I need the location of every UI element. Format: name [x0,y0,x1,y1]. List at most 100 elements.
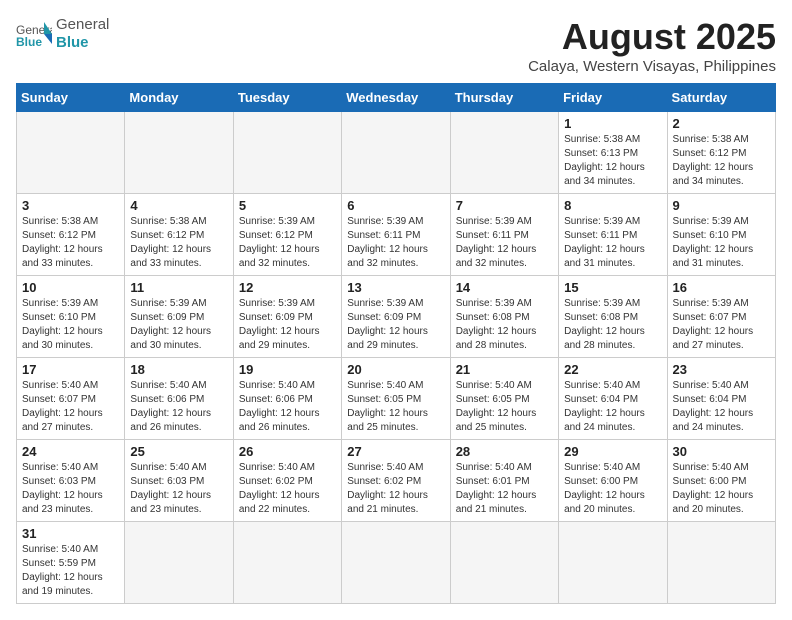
day-info: Sunrise: 5:39 AM Sunset: 6:11 PM Dayligh… [347,215,444,271]
weekday-header-thursday: Thursday [450,84,558,112]
weekday-header-saturday: Saturday [667,84,775,112]
calendar-cell: 20Sunrise: 5:40 AM Sunset: 6:05 PM Dayli… [342,358,450,440]
page-header: General Blue General Blue August 2025 Ca… [16,16,776,75]
calendar-week-6: 31Sunrise: 5:40 AM Sunset: 5:59 PM Dayli… [17,522,776,604]
weekday-header-monday: Monday [125,84,233,112]
day-number: 10 [22,280,119,295]
day-info: Sunrise: 5:39 AM Sunset: 6:10 PM Dayligh… [22,297,119,353]
calendar-cell [559,522,667,604]
calendar-cell: 9 Sunrise: 5:39 AM Sunset: 6:10 PM Daylig… [667,194,775,276]
day-number: 15 [564,280,661,295]
calendar-week-5: 24 Sunrise: 5:40 AM Sunset: 6:03 PM Dayli… [17,440,776,522]
day-number: 30 [673,444,770,459]
calendar-cell: 5 Sunrise: 5:39 AM Sunset: 6:12 PM Daylig… [233,194,341,276]
calendar-cell: 15 Sunrise: 5:39 AM Sunset: 6:08 PM Dayli… [559,276,667,358]
logo: General Blue General Blue [16,16,109,52]
day-info: Sunrise: 5:40 AM Sunset: 6:00 PM Dayligh… [673,461,770,517]
calendar-cell: 31Sunrise: 5:40 AM Sunset: 5:59 PM Dayli… [17,522,125,604]
calendar-cell: 19Sunrise: 5:40 AM Sunset: 6:06 PM Dayli… [233,358,341,440]
calendar-header-row: SundayMondayTuesdayWednesdayThursdayFrid… [17,84,776,112]
logo-icon: General Blue [16,20,52,48]
calendar-cell: 14Sunrise: 5:39 AM Sunset: 6:08 PM Dayli… [450,276,558,358]
day-number: 8 [564,198,661,213]
calendar-week-2: 3 Sunrise: 5:38 AM Sunset: 6:12 PM Daylig… [17,194,776,276]
calendar-cell [342,522,450,604]
location-subtitle: Calaya, Western Visayas, Philippines [528,58,776,75]
weekday-header-tuesday: Tuesday [233,84,341,112]
weekday-header-sunday: Sunday [17,84,125,112]
day-number: 29 [564,444,661,459]
day-info: Sunrise: 5:40 AM Sunset: 6:06 PM Dayligh… [130,379,227,435]
calendar-cell: 2 Sunrise: 5:38 AM Sunset: 6:12 PM Daylig… [667,112,775,194]
day-info: Sunrise: 5:40 AM Sunset: 6:05 PM Dayligh… [347,379,444,435]
day-number: 26 [239,444,336,459]
day-number: 7 [456,198,553,213]
day-number: 28 [456,444,553,459]
day-info: Sunrise: 5:40 AM Sunset: 6:03 PM Dayligh… [130,461,227,517]
calendar-cell [17,112,125,194]
svg-text:Blue: Blue [16,35,42,48]
day-number: 11 [130,280,227,295]
calendar-cell: 30 Sunrise: 5:40 AM Sunset: 6:00 PM Dayli… [667,440,775,522]
month-title: August 2025 [528,16,776,58]
day-number: 31 [22,526,119,541]
day-number: 9 [673,198,770,213]
calendar-cell: 1 Sunrise: 5:38 AM Sunset: 6:13 PM Daylig… [559,112,667,194]
day-info: Sunrise: 5:39 AM Sunset: 6:08 PM Dayligh… [564,297,661,353]
day-number: 18 [130,362,227,377]
day-info: Sunrise: 5:39 AM Sunset: 6:07 PM Dayligh… [673,297,770,353]
day-info: Sunrise: 5:39 AM Sunset: 6:10 PM Dayligh… [673,215,770,271]
calendar-table: SundayMondayTuesdayWednesdayThursdayFrid… [16,83,776,604]
calendar-cell: 21 Sunrise: 5:40 AM Sunset: 6:05 PM Dayli… [450,358,558,440]
logo-blue-text: Blue [56,34,109,52]
calendar-cell: 3 Sunrise: 5:38 AM Sunset: 6:12 PM Daylig… [17,194,125,276]
calendar-cell [125,112,233,194]
day-number: 16 [673,280,770,295]
day-info: Sunrise: 5:40 AM Sunset: 6:04 PM Dayligh… [673,379,770,435]
day-info: Sunrise: 5:38 AM Sunset: 6:13 PM Dayligh… [564,133,661,189]
calendar-cell: 22Sunrise: 5:40 AM Sunset: 6:04 PM Dayli… [559,358,667,440]
calendar-cell [450,522,558,604]
calendar-cell: 13Sunrise: 5:39 AM Sunset: 6:09 PM Dayli… [342,276,450,358]
day-info: Sunrise: 5:39 AM Sunset: 6:12 PM Dayligh… [239,215,336,271]
calendar-cell: 16 Sunrise: 5:39 AM Sunset: 6:07 PM Dayli… [667,276,775,358]
day-info: Sunrise: 5:39 AM Sunset: 6:09 PM Dayligh… [130,297,227,353]
calendar-week-1: 1 Sunrise: 5:38 AM Sunset: 6:13 PM Daylig… [17,112,776,194]
day-number: 6 [347,198,444,213]
day-number: 2 [673,116,770,131]
logo-general-text: General [56,16,109,34]
weekday-header-wednesday: Wednesday [342,84,450,112]
day-info: Sunrise: 5:40 AM Sunset: 6:03 PM Dayligh… [22,461,119,517]
day-number: 4 [130,198,227,213]
day-info: Sunrise: 5:40 AM Sunset: 6:01 PM Dayligh… [456,461,553,517]
day-number: 21 [456,362,553,377]
title-block: August 2025 Calaya, Western Visayas, Phi… [528,16,776,75]
calendar-cell: 25 Sunrise: 5:40 AM Sunset: 6:03 PM Dayli… [125,440,233,522]
day-info: Sunrise: 5:40 AM Sunset: 6:02 PM Dayligh… [239,461,336,517]
calendar-cell: 7Sunrise: 5:39 AM Sunset: 6:11 PM Daylig… [450,194,558,276]
day-info: Sunrise: 5:39 AM Sunset: 6:11 PM Dayligh… [564,215,661,271]
day-info: Sunrise: 5:39 AM Sunset: 6:09 PM Dayligh… [239,297,336,353]
calendar-cell: 8 Sunrise: 5:39 AM Sunset: 6:11 PM Daylig… [559,194,667,276]
day-number: 25 [130,444,227,459]
calendar-cell [667,522,775,604]
day-number: 13 [347,280,444,295]
day-info: Sunrise: 5:40 AM Sunset: 6:06 PM Dayligh… [239,379,336,435]
day-info: Sunrise: 5:40 AM Sunset: 6:07 PM Dayligh… [22,379,119,435]
day-info: Sunrise: 5:40 AM Sunset: 6:02 PM Dayligh… [347,461,444,517]
day-number: 24 [22,444,119,459]
calendar-cell: 11 Sunrise: 5:39 AM Sunset: 6:09 PM Dayli… [125,276,233,358]
day-info: Sunrise: 5:38 AM Sunset: 6:12 PM Dayligh… [673,133,770,189]
day-number: 5 [239,198,336,213]
day-number: 3 [22,198,119,213]
day-info: Sunrise: 5:40 AM Sunset: 6:05 PM Dayligh… [456,379,553,435]
calendar-cell: 29Sunrise: 5:40 AM Sunset: 6:00 PM Dayli… [559,440,667,522]
day-info: Sunrise: 5:38 AM Sunset: 6:12 PM Dayligh… [22,215,119,271]
calendar-cell: 10 Sunrise: 5:39 AM Sunset: 6:10 PM Dayli… [17,276,125,358]
day-number: 12 [239,280,336,295]
calendar-cell [233,112,341,194]
day-info: Sunrise: 5:40 AM Sunset: 6:04 PM Dayligh… [564,379,661,435]
day-number: 17 [22,362,119,377]
day-number: 1 [564,116,661,131]
calendar-cell: 23Sunrise: 5:40 AM Sunset: 6:04 PM Dayli… [667,358,775,440]
